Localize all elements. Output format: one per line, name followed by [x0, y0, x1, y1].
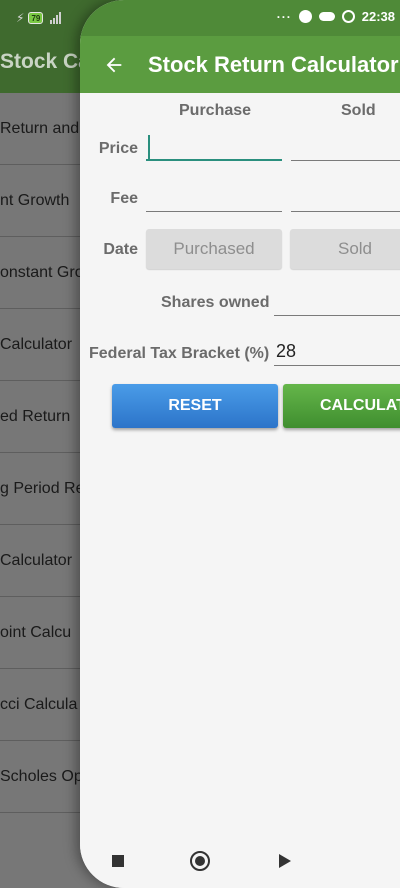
tax-bracket-label: Federal Tax Bracket (%)	[89, 345, 270, 362]
purchase-price-input[interactable]	[146, 133, 282, 161]
arrow-left-icon	[106, 57, 122, 72]
status-bar: ··· 22:38	[80, 0, 400, 36]
recents-icon[interactable]	[112, 855, 124, 867]
whatsapp-icon	[341, 10, 355, 23]
reset-button[interactable]: RESET	[112, 384, 278, 428]
sold-price-input[interactable]	[291, 133, 400, 161]
status-left: ⚡ 79	[16, 10, 62, 26]
purchase-date-button[interactable]: Purchased	[146, 229, 282, 269]
text-caret	[148, 135, 150, 159]
purchase-fee-input[interactable]	[146, 184, 282, 212]
list-item[interactable]: oint Calcu	[0, 597, 82, 669]
price-label: Price	[98, 140, 138, 157]
battery-icon: 79	[28, 12, 44, 24]
sold-column-header: Sold	[341, 102, 376, 119]
list-item[interactable]: onstant Gro	[0, 237, 82, 309]
list-item[interactable]: g Period Re	[0, 453, 82, 525]
list-item[interactable]: nt Growth	[0, 165, 82, 237]
pinterest-icon	[298, 10, 312, 23]
app-bar: Stock Return Calculator	[80, 36, 400, 93]
sold-fee-input[interactable]	[291, 184, 400, 212]
list-item[interactable]: Return and	[0, 93, 82, 165]
list-item[interactable]: Scholes Op	[0, 741, 82, 813]
clock: 22:38	[361, 9, 395, 24]
list-item[interactable]: Calculator	[0, 309, 82, 381]
calculate-button[interactable]: CALCULAT	[283, 384, 400, 428]
list-item[interactable]: ed Return	[0, 381, 82, 453]
signal-icon	[50, 12, 62, 24]
sold-date-button[interactable]: Sold	[290, 229, 400, 269]
shares-owned-label: Shares owned	[161, 294, 270, 311]
back-triangle-icon[interactable]	[279, 854, 291, 868]
back-button[interactable]	[80, 54, 148, 76]
list-item[interactable]: cci Calcula	[0, 669, 82, 741]
page-title: Stock Return Calculator	[148, 51, 399, 77]
cloud-icon	[318, 12, 335, 21]
date-label: Date	[103, 241, 138, 258]
background-list: Return and nt Growth onstant Gro Calcula…	[0, 93, 82, 813]
tax-bracket-input[interactable]: 28	[274, 338, 400, 366]
status-icons: ··· 22:38	[276, 9, 395, 24]
fee-label: Fee	[110, 190, 138, 207]
charging-icon: ⚡	[16, 11, 25, 25]
home-icon[interactable]	[190, 851, 210, 871]
system-nav-bar	[80, 835, 400, 888]
list-item[interactable]: Calculator	[0, 525, 82, 597]
stock-return-panel: ··· 22:38 Stock Return Calculator Purcha…	[80, 0, 400, 888]
purchase-column-header: Purchase	[179, 102, 252, 119]
shares-owned-input[interactable]	[274, 288, 400, 316]
